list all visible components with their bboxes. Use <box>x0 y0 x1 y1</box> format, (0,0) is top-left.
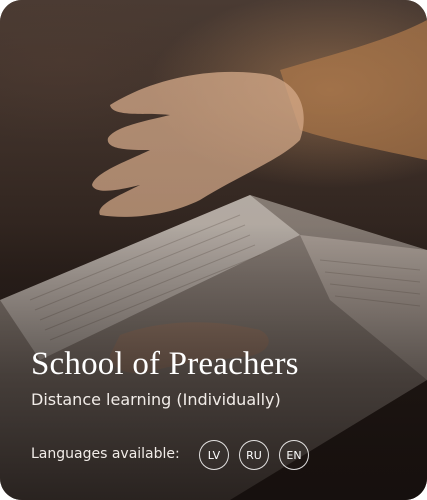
bottom-gradient-overlay <box>0 0 427 500</box>
languages-label: Languages available: <box>31 446 180 462</box>
course-subtitle: Distance learning (Individually) <box>31 390 281 409</box>
language-en-button[interactable]: EN <box>279 440 309 470</box>
language-lv-button[interactable]: LV <box>199 440 229 470</box>
course-title: School of Preachers <box>31 346 299 382</box>
course-card[interactable]: School of Preachers Distance learning (I… <box>0 0 427 500</box>
language-ru-button[interactable]: RU <box>239 440 269 470</box>
